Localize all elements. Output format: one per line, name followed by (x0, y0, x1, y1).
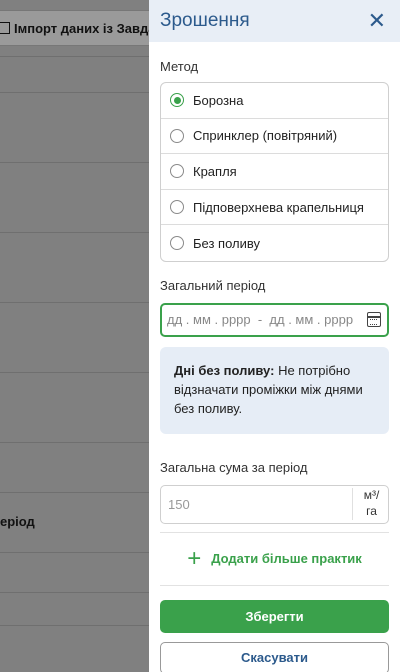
import-data-button: Імпорт даних із Завдан (0, 10, 170, 46)
divider (0, 162, 152, 163)
total-label: Загальна сума за період (160, 459, 308, 475)
unit-label: м³/ га (352, 488, 382, 520)
radio[interactable] (170, 236, 184, 251)
background-label: еріод (0, 514, 35, 529)
add-more-practices-button[interactable]: + Додати більше практик (160, 533, 389, 585)
method-option-label: Підповерхнева крапельниця (193, 199, 364, 215)
method-option-label: Спринклер (повітряний) (193, 128, 338, 144)
method-option-drip[interactable]: Крапля (161, 154, 388, 190)
info-box: Дні без поливу: Не потрібно відзначати п… (160, 346, 389, 434)
method-option-label: Борозна (193, 92, 244, 108)
unit-bottom: га (366, 504, 377, 518)
divider (0, 232, 152, 233)
period-label: Загальний період (160, 277, 266, 293)
drawer-header: Зрошення ✕ (149, 0, 400, 42)
method-radio-group: Борозна Спринклер (повітряний) Крапля Пі… (160, 82, 389, 262)
method-option-furrow[interactable]: Борозна (161, 83, 388, 119)
method-option-label: Без поливу (193, 235, 260, 251)
date-range-input[interactable]: дд . мм . рррр - дд . мм . рррр (160, 302, 389, 337)
divider (0, 625, 152, 626)
radio[interactable] (170, 164, 184, 179)
import-data-label: Імпорт даних із Завдан (14, 20, 164, 36)
total-amount-placeholder: 150 (168, 496, 190, 512)
divider (160, 584, 389, 586)
add-more-label: Додати більше практик (211, 551, 362, 566)
irrigation-drawer: Зрошення ✕ Метод Борозна Спринклер (пові… (149, 0, 400, 672)
divider (0, 592, 152, 593)
method-option-subsurface-drip[interactable]: Підповерхнева крапельниця (161, 190, 388, 226)
total-amount-input[interactable]: 150 м³/ га (160, 484, 389, 524)
unit-top: м³/ (363, 488, 380, 503)
divider (0, 302, 152, 303)
divider (0, 372, 152, 373)
drawer-title: Зрошення (160, 10, 250, 31)
method-label: Метод (160, 59, 199, 74)
divider (0, 56, 152, 57)
divider (0, 92, 152, 93)
cancel-button[interactable]: Скасувати (160, 641, 389, 672)
background-overlay: Імпорт даних із Завдан еріод (0, 0, 170, 672)
method-option-no-irrigation[interactable]: Без поливу (161, 225, 388, 261)
method-option-label: Крапля (193, 163, 237, 179)
date-range-placeholder: дд . мм . рррр - дд . мм . рррр (167, 312, 354, 328)
radio[interactable] (170, 128, 184, 143)
import-icon (0, 22, 10, 34)
plus-icon: + (187, 544, 202, 572)
save-button[interactable]: Зберегти (160, 599, 389, 633)
radio-checked[interactable] (170, 93, 184, 108)
divider (0, 552, 152, 553)
divider (0, 492, 152, 493)
divider (0, 442, 152, 443)
method-option-sprinkler[interactable]: Спринклер (повітряний) (161, 119, 388, 155)
calendar-icon[interactable] (367, 312, 381, 328)
radio[interactable] (170, 200, 184, 215)
info-title: Дні без поливу: (174, 362, 275, 378)
close-icon[interactable]: ✕ (368, 10, 386, 32)
